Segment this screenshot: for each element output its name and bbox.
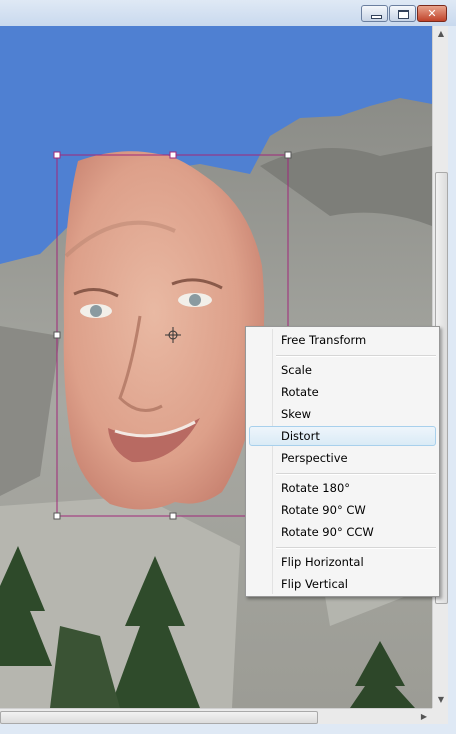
resize-handle[interactable]	[169, 151, 177, 159]
resize-handle[interactable]	[53, 151, 61, 159]
resize-handle[interactable]	[284, 151, 292, 159]
menu-item-rotate-90-ccw[interactable]: Rotate 90° CCW	[249, 522, 436, 542]
menu-separator	[276, 547, 436, 549]
minimize-button[interactable]	[361, 5, 388, 22]
close-button[interactable]	[417, 5, 447, 22]
scroll-down-icon[interactable]: ▼	[433, 692, 449, 708]
maximize-button[interactable]	[389, 5, 416, 22]
horizontal-scroll-thumb[interactable]	[0, 711, 318, 724]
window-border	[0, 724, 456, 734]
menu-item-flip-vertical[interactable]: Flip Vertical	[249, 574, 436, 594]
menu-item-rotate-90-cw[interactable]: Rotate 90° CW	[249, 500, 436, 520]
menu-item-perspective[interactable]: Perspective	[249, 448, 436, 468]
resize-handle[interactable]	[53, 331, 61, 339]
menu-separator	[276, 473, 436, 475]
scroll-right-icon[interactable]: ▶	[416, 709, 432, 725]
window-border	[448, 26, 456, 724]
resize-handle[interactable]	[169, 512, 177, 520]
menu-separator	[276, 355, 436, 357]
menu-item-rotate[interactable]: Rotate	[249, 382, 436, 402]
face-layer	[63, 151, 265, 510]
menu-item-distort[interactable]: Distort	[249, 426, 436, 446]
scroll-up-icon[interactable]: ▲	[433, 26, 449, 42]
horizontal-scrollbar[interactable]: ▶	[0, 708, 432, 725]
maximize-icon	[390, 6, 415, 21]
close-icon	[418, 6, 446, 21]
menu-item-free-transform[interactable]: Free Transform	[249, 330, 436, 350]
minimize-icon	[362, 6, 387, 21]
menu-item-scale[interactable]: Scale	[249, 360, 436, 380]
menu-item-rotate-180[interactable]: Rotate 180°	[249, 478, 436, 498]
context-menu: Free Transform Scale Rotate Skew Distort…	[245, 326, 440, 597]
menu-item-flip-horizontal[interactable]: Flip Horizontal	[249, 552, 436, 572]
menu-item-skew[interactable]: Skew	[249, 404, 436, 424]
resize-handle[interactable]	[53, 512, 61, 520]
window-title-bar	[0, 0, 456, 27]
